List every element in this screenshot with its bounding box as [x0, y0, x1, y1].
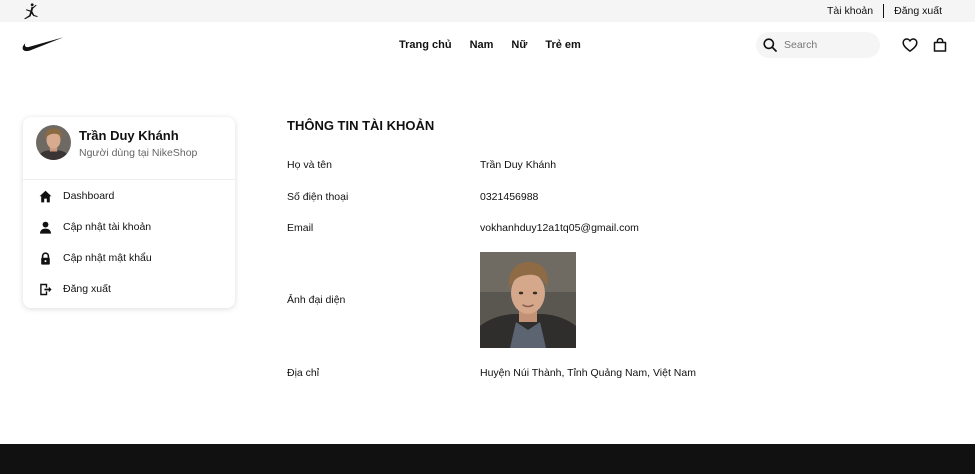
avatar	[36, 125, 71, 160]
menu-item-men[interactable]: Nam	[470, 39, 494, 51]
search-icon[interactable]	[763, 38, 777, 52]
sidebar-item-update-password[interactable]: Cập nhật mật khẩu	[23, 247, 235, 269]
heart-icon[interactable]	[902, 37, 918, 53]
user-subtitle: Người dùng tại NikeShop	[79, 147, 198, 159]
divider	[883, 4, 885, 18]
footer	[0, 444, 975, 474]
lock-icon	[41, 251, 50, 265]
logout-icon	[40, 283, 52, 295]
account-links: Tài khoản Đăng xuất	[827, 0, 942, 22]
menu-item-home[interactable]: Trang chủ	[399, 39, 452, 51]
sidebar-item-label: Đăng xuất	[63, 283, 111, 295]
user-name: Trần Duy Khánh	[79, 128, 179, 143]
nike-swoosh-icon[interactable]	[22, 36, 64, 53]
address-value: Huyện Núi Thành, Tỉnh Quảng Nam, Việt Na…	[480, 367, 696, 379]
main-navbar: Trang chủ Nam Nữ Trẻ em	[0, 22, 975, 68]
address-label: Địa chỉ	[287, 367, 320, 379]
fullname-label: Họ và tên	[287, 159, 332, 171]
account-sidebar: Trần Duy Khánh Người dùng tại NikeShop D…	[23, 117, 235, 308]
sidebar-item-label: Cập nhật tài khoản	[63, 221, 152, 233]
sidebar-item-update-account[interactable]: Cập nhật tài khoản	[23, 216, 235, 238]
sidebar-item-logout[interactable]: Đăng xuất	[23, 278, 235, 300]
top-utility-bar: Tài khoản Đăng xuất	[0, 0, 975, 22]
page-title: THÔNG TIN TÀI KHOẢN	[287, 118, 435, 133]
fullname-value: Trần Duy Khánh	[480, 159, 557, 171]
logout-link[interactable]: Đăng xuất	[894, 5, 942, 17]
sidebar-item-dashboard[interactable]: Dashboard	[23, 185, 235, 207]
search-box[interactable]	[756, 32, 880, 58]
email-value: vokhanhduy12a1tq05@gmail.com	[480, 222, 639, 234]
profile-photo	[480, 252, 576, 348]
menu-item-women[interactable]: Nữ	[511, 39, 527, 51]
phone-value: 0321456988	[480, 191, 539, 203]
jordan-jumpman-icon[interactable]	[22, 3, 40, 20]
account-link[interactable]: Tài khoản	[827, 5, 873, 17]
phone-label: Số điện thoại	[287, 191, 349, 203]
sidebar-item-label: Cập nhật mật khẩu	[63, 252, 152, 264]
bag-icon[interactable]	[932, 37, 948, 53]
sidebar-item-label: Dashboard	[63, 190, 115, 202]
avatar-label: Ảnh đại diện	[287, 294, 346, 306]
email-label: Email	[287, 222, 314, 234]
home-icon	[39, 190, 52, 202]
main-menu: Trang chủ Nam Nữ Trẻ em	[399, 22, 581, 68]
menu-item-kids[interactable]: Trẻ em	[545, 39, 580, 51]
profile-header: Trần Duy Khánh Người dùng tại NikeShop	[23, 117, 235, 180]
search-input[interactable]	[784, 39, 874, 51]
user-icon	[40, 221, 51, 234]
